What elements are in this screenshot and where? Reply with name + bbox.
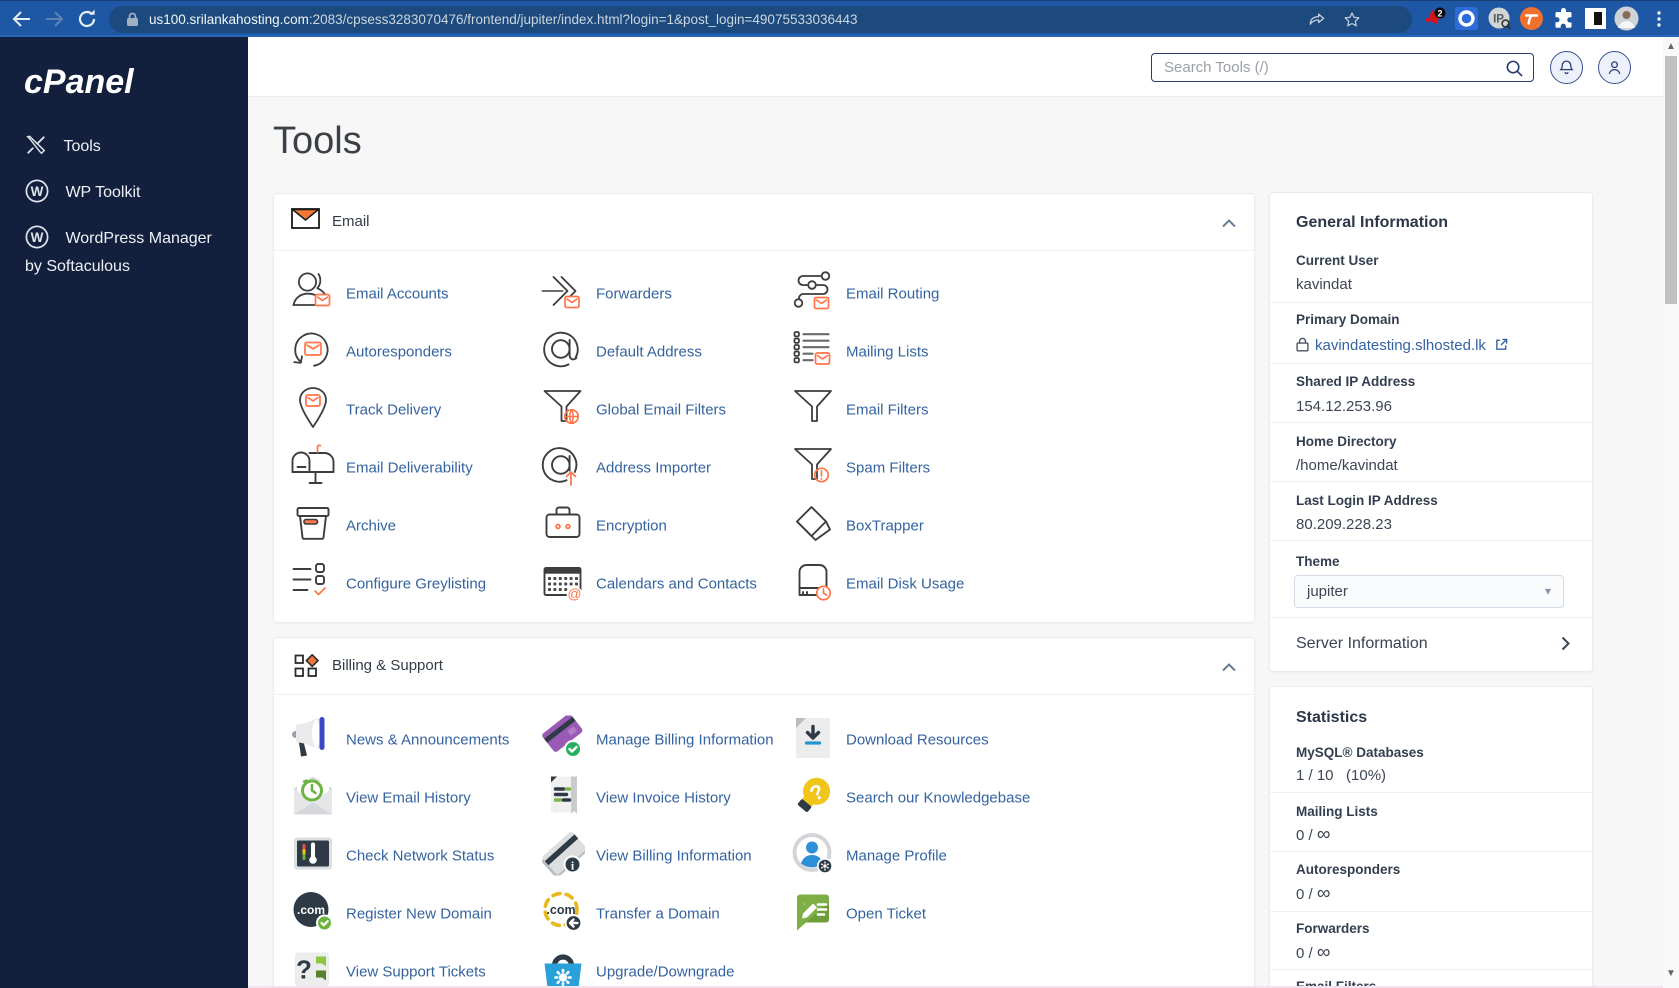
svg-text:W: W (31, 230, 44, 245)
svg-text:.com: .com (297, 903, 325, 917)
svg-text:W: W (31, 184, 44, 199)
svg-text:@: @ (567, 586, 581, 602)
svg-text:2: 2 (1437, 9, 1442, 19)
svg-text:?: ? (296, 955, 312, 985)
svg-text:cPanel: cPanel (24, 64, 135, 100)
